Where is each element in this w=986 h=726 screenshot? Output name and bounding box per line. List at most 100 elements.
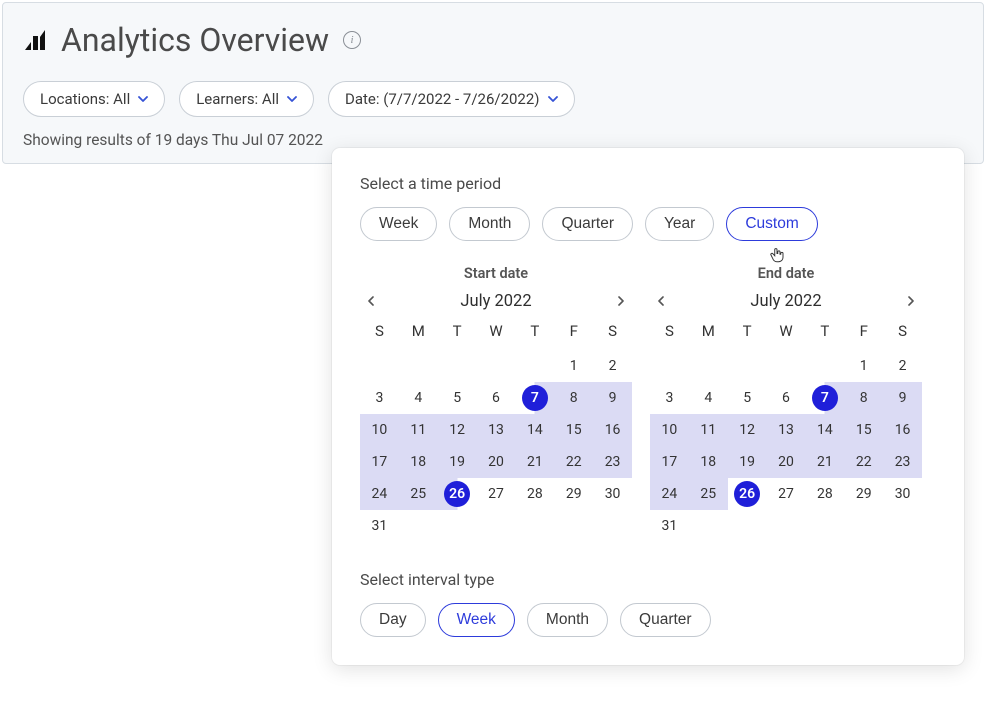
day-cell[interactable]: 2 [593,350,632,382]
day-cell[interactable]: 20 [767,446,806,478]
day-cell[interactable]: 8 [554,382,593,414]
period-week[interactable]: Week [360,207,437,241]
day-cell[interactable]: 29 [554,478,593,510]
day-cell[interactable]: 28 [515,478,554,510]
day-cell[interactable]: 14 [515,414,554,446]
day-cell[interactable]: 21 [515,446,554,478]
day-cell[interactable]: 7 [805,382,844,414]
calendars-row: Start dateJuly 2022SMTWTFS12345678910111… [360,265,936,542]
prev-month-icon[interactable] [650,290,672,312]
filter-learners[interactable]: Learners: All [179,81,314,117]
day-cell[interactable]: 17 [650,446,689,478]
day-cell[interactable]: 1 [554,350,593,382]
day-cell[interactable]: 30 [593,478,632,510]
day-cell[interactable]: 17 [360,446,399,478]
day-blank [650,350,689,382]
day-cell[interactable]: 1 [844,350,883,382]
day-cell[interactable]: 23 [593,446,632,478]
day-cell[interactable]: 13 [477,414,516,446]
day-cell[interactable]: 19 [728,446,767,478]
filter-date[interactable]: Date: (7/7/2022 - 7/26/2022) [328,81,575,117]
calendar-grid: 1234567891011121314151617181920212223242… [360,350,632,542]
day-cell[interactable]: 24 [360,478,399,510]
day-cell[interactable]: 12 [728,414,767,446]
day-cell[interactable]: 5 [728,382,767,414]
title-row: Analytics Overview i [23,21,963,59]
day-cell[interactable]: 31 [360,510,399,542]
next-month-icon[interactable] [900,290,922,312]
dow-row: SMTWTFS [650,322,922,340]
day-cell[interactable]: 6 [767,382,806,414]
analytics-logo-icon [23,28,47,52]
calendar-title: End date [650,265,922,282]
calendar-nav: July 2022 [360,290,632,312]
day-cell[interactable]: 15 [554,414,593,446]
time-period-options: Week Month Quarter Year Custom [360,207,936,241]
day-cell[interactable]: 30 [883,478,922,510]
day-cell[interactable]: 25 [689,478,728,510]
day-cell[interactable]: 18 [399,446,438,478]
period-month[interactable]: Month [449,207,530,241]
day-cell[interactable]: 11 [399,414,438,446]
day-cell[interactable]: 11 [689,414,728,446]
prev-month-icon[interactable] [360,290,382,312]
calendar-end: End dateJuly 2022SMTWTFS1234567891011121… [650,265,922,542]
chevron-down-icon [138,94,148,104]
interval-quarter[interactable]: Quarter [620,603,711,637]
day-cell[interactable]: 9 [593,382,632,414]
day-cell[interactable]: 9 [883,382,922,414]
day-cell[interactable]: 4 [399,382,438,414]
day-cell[interactable]: 18 [689,446,728,478]
period-quarter[interactable]: Quarter [542,207,633,241]
day-cell[interactable]: 12 [438,414,477,446]
day-cell[interactable]: 8 [844,382,883,414]
day-cell[interactable]: 2 [883,350,922,382]
day-cell[interactable]: 6 [477,382,516,414]
day-cell[interactable]: 26 [438,478,477,510]
day-cell[interactable]: 21 [805,446,844,478]
day-cell[interactable]: 3 [650,382,689,414]
day-cell[interactable]: 23 [883,446,922,478]
day-cell[interactable]: 27 [767,478,806,510]
day-cell[interactable]: 27 [477,478,516,510]
period-custom[interactable]: Custom [726,207,817,241]
day-cell[interactable]: 22 [844,446,883,478]
dow-row: SMTWTFS [360,322,632,340]
day-cell[interactable]: 26 [728,478,767,510]
day-cell[interactable]: 10 [650,414,689,446]
day-blank [438,350,477,382]
date-picker-popover: Select a time period WeekMonthQuarterYea… [332,148,964,665]
day-cell[interactable]: 29 [844,478,883,510]
day-cell[interactable]: 15 [844,414,883,446]
interval-day[interactable]: Day [360,603,426,637]
filter-locations[interactable]: Locations: All [23,81,165,117]
day-cell[interactable]: 13 [767,414,806,446]
interval-week[interactable]: Week [438,603,515,637]
day-cell[interactable]: 4 [689,382,728,414]
day-blank [728,350,767,382]
day-cell[interactable]: 24 [650,478,689,510]
next-month-icon[interactable] [610,290,632,312]
period-year[interactable]: Year [645,207,714,241]
interval-month[interactable]: Month [527,603,608,637]
day-cell[interactable]: 19 [438,446,477,478]
day-blank [399,350,438,382]
day-cell[interactable]: 7 [515,382,554,414]
day-cell[interactable]: 10 [360,414,399,446]
day-cell[interactable]: 3 [360,382,399,414]
day-blank [360,350,399,382]
day-cell[interactable]: 16 [883,414,922,446]
results-status: Showing results of 19 days Thu Jul 07 20… [23,131,963,149]
info-icon[interactable]: i [343,31,361,49]
day-cell[interactable]: 22 [554,446,593,478]
day-cell[interactable]: 16 [593,414,632,446]
day-cell[interactable]: 5 [438,382,477,414]
dow-cell: F [554,322,593,340]
day-cell[interactable]: 20 [477,446,516,478]
day-cell[interactable]: 25 [399,478,438,510]
day-cell[interactable]: 31 [650,510,689,542]
day-cell[interactable]: 28 [805,478,844,510]
day-cell[interactable]: 14 [805,414,844,446]
filters-row: Locations: All Learners: All Date: (7/7/… [23,81,963,117]
dow-cell: M [689,322,728,340]
